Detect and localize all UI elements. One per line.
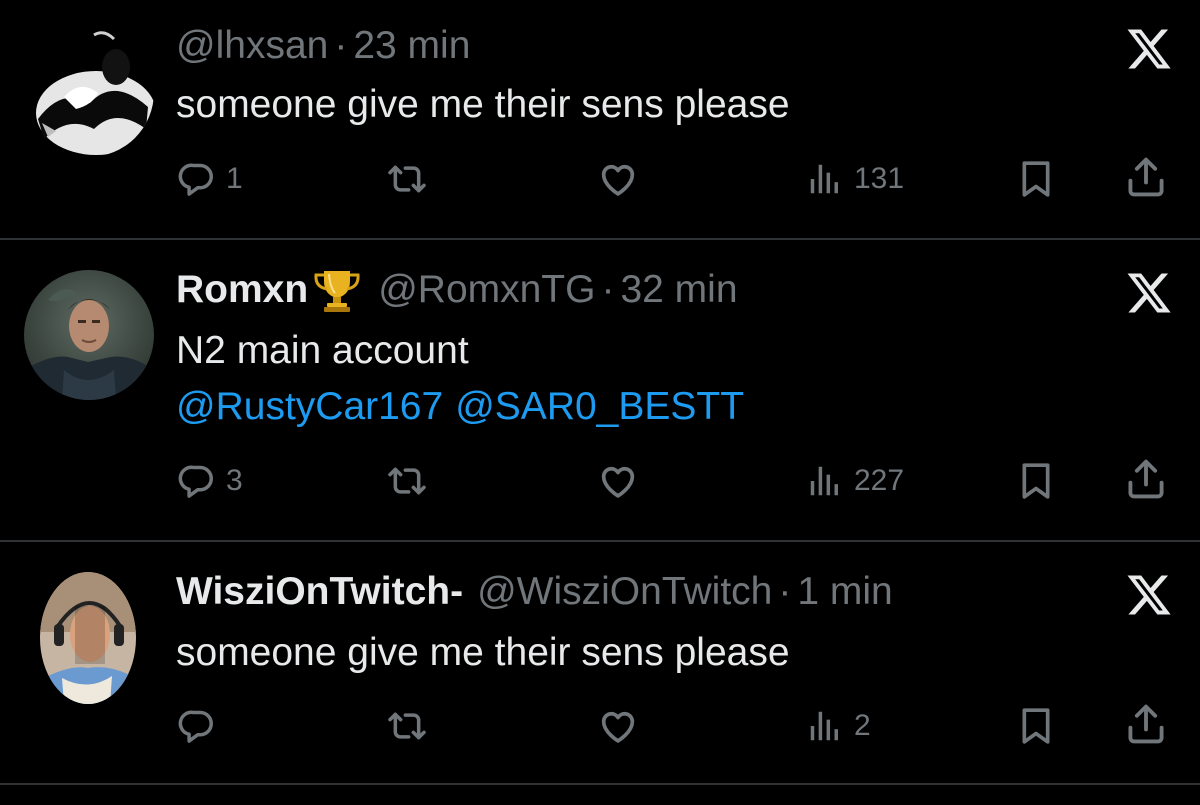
heart-icon: [596, 158, 640, 200]
display-name[interactable]: WisziOnTwitch-: [176, 567, 463, 617]
divider: [0, 783, 1200, 785]
views-button[interactable]: 227: [806, 459, 904, 503]
heart-icon: [596, 460, 640, 502]
views-button[interactable]: 2: [806, 704, 871, 748]
avatar[interactable]: [24, 270, 154, 400]
mention-link[interactable]: @RustyCar167: [176, 385, 443, 428]
reply-count: 3: [226, 464, 243, 497]
like-button[interactable]: [596, 157, 640, 201]
share-icon: [1124, 702, 1168, 746]
retweet-button[interactable]: [385, 157, 429, 201]
share-button[interactable]: [1124, 155, 1168, 199]
bookmark-icon: [1016, 460, 1056, 502]
timeline-feed: @lhxsan · 23 min someone give me their s…: [0, 0, 1200, 805]
views-icon: [806, 160, 844, 198]
tweet[interactable]: @lhxsan · 23 min someone give me their s…: [0, 0, 1200, 238]
x-logo-icon[interactable]: [1118, 262, 1180, 324]
tweet-header: Romxn @RomxnTG · 32 min: [176, 265, 738, 315]
separator-dot: ·: [334, 24, 348, 67]
tweet-text: someone give me their sens please: [176, 83, 790, 126]
tweet-header: @lhxsan · 23 min: [176, 21, 470, 71]
tweet[interactable]: WisziOnTwitch- @WisziOnTwitch · 1 min so…: [0, 542, 1200, 783]
avatar[interactable]: [40, 572, 136, 704]
share-button[interactable]: [1124, 702, 1168, 746]
reply-count: 1: [226, 162, 243, 195]
share-icon: [1124, 457, 1168, 501]
user-handle[interactable]: @RomxnTG: [378, 265, 595, 315]
bookmark-button[interactable]: [1016, 704, 1056, 748]
x-logo-icon[interactable]: [1118, 18, 1180, 80]
tweet-text: N2 main account: [176, 329, 469, 372]
share-icon: [1124, 155, 1168, 199]
avatar[interactable]: [24, 27, 154, 157]
like-button[interactable]: [596, 704, 640, 748]
user-handle[interactable]: @lhxsan: [176, 21, 328, 71]
tweet-header: WisziOnTwitch- @WisziOnTwitch · 1 min: [176, 567, 893, 617]
trophy-icon: [310, 267, 364, 313]
reply-button[interactable]: [178, 704, 216, 748]
like-button[interactable]: [596, 459, 640, 503]
separator-dot: ·: [778, 570, 792, 613]
tweet-text: someone give me their sens please: [176, 631, 790, 674]
bookmark-button[interactable]: [1016, 157, 1056, 201]
reply-icon: [178, 707, 216, 745]
retweet-icon: [385, 461, 429, 501]
reply-icon: [178, 462, 216, 500]
bookmark-icon: [1016, 158, 1056, 200]
retweet-button[interactable]: [385, 704, 429, 748]
bookmark-icon: [1016, 705, 1056, 747]
x-logo-icon[interactable]: [1118, 564, 1180, 626]
views-icon: [806, 462, 844, 500]
heart-icon: [596, 705, 640, 747]
timestamp[interactable]: 1 min: [797, 567, 892, 617]
retweet-icon: [385, 706, 429, 746]
reply-icon: [178, 160, 216, 198]
bookmark-button[interactable]: [1016, 459, 1056, 503]
view-count: 2: [854, 709, 871, 742]
view-count: 131: [854, 162, 905, 195]
mention-list: @RustyCar167 @SAR0_BESTT: [176, 382, 744, 432]
views-button[interactable]: 131: [806, 157, 904, 201]
retweet-button[interactable]: [385, 459, 429, 503]
timestamp[interactable]: 23 min: [353, 21, 470, 71]
user-handle[interactable]: @WisziOnTwitch: [477, 567, 772, 617]
tweet[interactable]: Romxn @RomxnTG · 32 min N2 main account: [0, 240, 1200, 540]
views-icon: [806, 707, 844, 745]
separator-dot: ·: [601, 268, 615, 311]
mention-link[interactable]: @SAR0_BESTT: [455, 385, 744, 428]
view-count: 227: [854, 464, 905, 497]
retweet-icon: [385, 159, 429, 199]
display-name[interactable]: Romxn: [176, 265, 308, 315]
timestamp[interactable]: 32 min: [620, 265, 737, 315]
reply-button[interactable]: 1: [178, 157, 243, 201]
reply-button[interactable]: 3: [178, 459, 243, 503]
share-button[interactable]: [1124, 457, 1168, 501]
